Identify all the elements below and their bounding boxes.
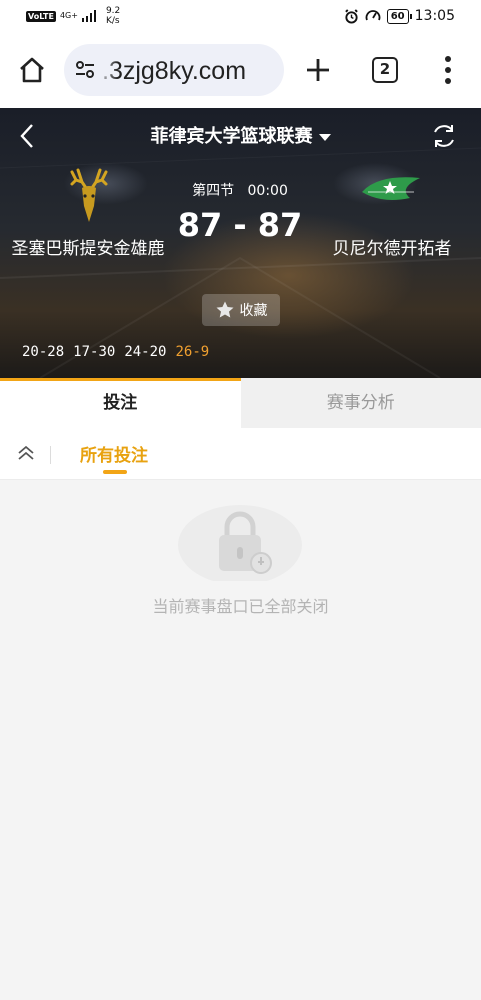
network-speed: 9.2 K/s [106,6,120,26]
filter-tab-all-bets[interactable]: 所有投注 [80,441,148,466]
signal-icon [81,10,96,22]
status-left: VoLTE 4G+ 9.2 K/s [26,6,120,26]
league-name: 菲律宾大学篮球联赛 [150,126,313,147]
address-bar[interactable]: .3zjg8ky.com [64,44,284,96]
battery-indicator: 60 [386,8,412,24]
tab-analysis[interactable]: 赛事分析 [240,378,481,428]
favorite-button[interactable]: 收藏 [202,294,280,326]
alarm-icon [344,8,358,24]
browser-toolbar: .3zjg8ky.com 2 [0,32,481,108]
tab-bet[interactable]: 投注 [0,378,241,428]
home-team-name: 圣塞巴斯提安金雄鹿 [11,239,165,259]
bet-list-area: 当前赛事盘口已全部关闭 [0,481,481,1000]
site-settings-icon[interactable] [74,59,96,81]
bet-filter-bar: 所有投注 [0,428,481,480]
away-team-logo [362,177,420,200]
speed-unit: K/s [105,16,120,26]
main-tabs: 投注 赛事分析 [0,378,481,428]
quarter-4-score: 26-9 [175,344,210,360]
locked-market-icon [178,505,302,581]
active-tab-indicator [103,470,127,474]
caret-down-icon [318,133,331,141]
league-selector[interactable]: 菲律宾大学篮球联赛 [0,122,481,148]
home-icon[interactable] [14,52,50,88]
empty-state-message: 当前赛事盘口已全部关闭 [152,597,329,616]
match-status: 第四节 00:00 [180,180,300,200]
status-right: 60 13:05 [344,8,455,24]
network-indicator: 4G+ [59,11,78,20]
home-team-logo [70,168,108,222]
away-team-name: 贝尼尔德开拓者 [332,239,452,259]
quarter-1-score: 20-28 [22,344,65,360]
url-text[interactable]: .3zjg8ky.com [102,57,246,86]
period-label: 第四节 [192,183,235,199]
match-header: 菲律宾大学篮球联赛 圣塞巴斯提安金雄鹿 贝尼尔德开拓者 第四节 00:00 87… [0,108,481,378]
quarter-2-score: 17-30 [73,344,116,360]
volte-badge: VoLTE [26,10,56,22]
more-menu-icon[interactable] [438,54,458,86]
tab-switcher-button[interactable]: 2 [372,57,398,83]
game-clock: 00:00 [247,183,288,199]
clock: 13:05 [414,8,455,24]
star-icon [216,301,233,318]
new-tab-icon[interactable] [303,55,333,85]
match-score: 87 - 87 [177,206,303,244]
collapse-all-icon[interactable] [16,443,36,463]
quarter-3-score: 24-20 [124,344,167,360]
speedometer-icon [365,10,381,21]
quarter-scores: 20-28 17-30 24-20 26-9 [22,344,209,360]
refresh-icon[interactable] [430,122,458,150]
status-bar: VoLTE 4G+ 9.2 K/s 60 13:05 [0,0,481,32]
divider [50,446,51,464]
url-fade [96,44,118,96]
favorite-label: 收藏 [239,303,268,319]
speed-value: 9.2 [105,6,121,16]
